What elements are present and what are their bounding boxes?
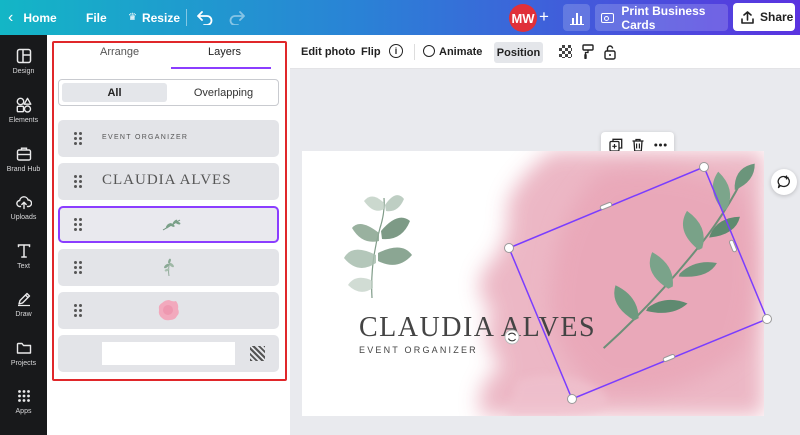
share-label: Share: [760, 10, 794, 24]
bar-chart-icon: [569, 12, 584, 25]
edit-photo-button[interactable]: Edit photo: [301, 46, 355, 58]
layer-label: CLAUDIA ALVES: [102, 172, 232, 188]
rail-item-draw[interactable]: Draw: [0, 290, 47, 318]
print-business-cards-button[interactable]: Print Business Cards: [595, 3, 728, 32]
rail-item-design[interactable]: Design: [0, 47, 47, 75]
position-button[interactable]: Position: [494, 42, 543, 63]
grid-icon: [15, 387, 33, 405]
resize-handle[interactable]: [762, 314, 772, 324]
layer-row[interactable]: [58, 249, 279, 286]
layer-label: EVENT ORGANIZER: [102, 134, 189, 141]
layer-row-selected[interactable]: [58, 206, 279, 243]
resize-button[interactable]: ♛ Resize: [128, 0, 180, 35]
filter-all-button[interactable]: All: [62, 83, 167, 102]
layer-row[interactable]: [58, 335, 279, 372]
shapes-icon: [15, 96, 33, 114]
selection-outline: [508, 166, 768, 400]
rail-item-projects[interactable]: Projects: [0, 339, 47, 367]
leaf-sprig-icon: [164, 258, 174, 277]
pink-blot-icon: [158, 300, 179, 321]
drag-handle-icon[interactable]: [74, 218, 82, 231]
layer-row[interactable]: CLAUDIA ALVES: [58, 163, 279, 200]
drag-handle-icon[interactable]: [74, 261, 82, 274]
undo-button[interactable]: [197, 0, 213, 35]
layout-icon: [15, 47, 33, 65]
add-collaborator-icon[interactable]: +: [539, 7, 549, 27]
file-label: File: [86, 10, 107, 25]
left-rail: Design Elements Brand Hub Uploads Text D…: [0, 35, 47, 435]
rail-item-uploads[interactable]: Uploads: [0, 193, 47, 221]
transparency-icon[interactable]: [559, 45, 572, 58]
side-handle[interactable]: [599, 202, 613, 210]
flip-button[interactable]: Flip: [361, 46, 381, 58]
rail-label: Elements: [8, 117, 39, 124]
drag-handle-icon[interactable]: [74, 175, 82, 188]
home-button[interactable]: ‹ Home: [8, 0, 57, 35]
background-swatch: [102, 342, 235, 365]
business-card-icon: [601, 12, 615, 23]
paint-roller-icon[interactable]: [582, 44, 594, 65]
rail-item-apps[interactable]: Apps: [0, 387, 47, 415]
resize-label: Resize: [141, 10, 180, 25]
insights-button[interactable]: [563, 4, 590, 31]
undo-icon: [197, 10, 213, 25]
crown-icon: ♛: [128, 12, 137, 23]
text-icon: [15, 242, 33, 260]
rail-item-elements[interactable]: Elements: [0, 96, 47, 124]
rail-label: Text: [17, 263, 30, 270]
redo-button[interactable]: [229, 0, 245, 35]
side-handle[interactable]: [662, 354, 676, 362]
layer-filter: All Overlapping: [58, 79, 279, 106]
lock-icon[interactable]: [604, 44, 616, 65]
print-label: Print Business Cards: [621, 3, 706, 32]
active-tab-indicator: [171, 67, 271, 69]
avatar[interactable]: MW: [509, 4, 537, 32]
upload-icon: [741, 10, 754, 24]
rail-label: Design: [12, 68, 35, 75]
rail-label: Uploads: [10, 214, 37, 221]
rail-label: Brand Hub: [6, 166, 41, 173]
tab-layers[interactable]: Layers: [208, 46, 241, 58]
rail-label: Projects: [10, 360, 37, 367]
resize-handle[interactable]: [699, 162, 709, 172]
filter-overlapping-button[interactable]: Overlapping: [171, 83, 276, 102]
rail-label: Draw: [15, 311, 32, 318]
tab-arrange[interactable]: Arrange: [100, 46, 139, 58]
cloud-upload-icon: [15, 193, 33, 211]
topbar-divider: [186, 9, 187, 26]
toolbar-divider: [414, 44, 415, 60]
redo-icon: [229, 10, 245, 25]
brand-icon: [15, 145, 33, 163]
share-button[interactable]: Share: [733, 3, 795, 31]
drag-handle-icon[interactable]: [74, 304, 82, 317]
rotate-handle[interactable]: [504, 329, 520, 345]
info-icon[interactable]: i: [389, 44, 403, 58]
file-menu-button[interactable]: File: [86, 0, 107, 35]
resize-handle[interactable]: [567, 394, 577, 404]
top-bar: ‹ Home File ♛ Resize MW + Print Business…: [0, 0, 800, 35]
rail-item-text[interactable]: Text: [0, 242, 47, 270]
animate-button[interactable]: Animate: [439, 46, 482, 58]
layer-row[interactable]: EVENT ORGANIZER: [58, 120, 279, 157]
folder-icon: [15, 339, 33, 357]
context-toolbar: Edit photo Flip i Animate Position: [290, 35, 800, 69]
pen-icon: [15, 290, 33, 308]
drag-handle-icon[interactable]: [74, 132, 82, 145]
layer-row[interactable]: [58, 292, 279, 329]
animate-icon: [423, 45, 435, 57]
resize-handle[interactable]: [504, 243, 514, 253]
leaf-branch-icon: [162, 219, 181, 231]
lock-pattern-icon: [250, 346, 265, 361]
side-handle[interactable]: [729, 239, 737, 253]
selection-box: [504, 162, 772, 404]
home-label: Home: [23, 10, 57, 25]
rail-label: Apps: [15, 408, 32, 415]
chevron-left-icon: ‹: [8, 8, 14, 26]
panel-tabs: Arrange Layers: [60, 46, 275, 69]
rail-item-brand-hub[interactable]: Brand Hub: [0, 145, 47, 173]
